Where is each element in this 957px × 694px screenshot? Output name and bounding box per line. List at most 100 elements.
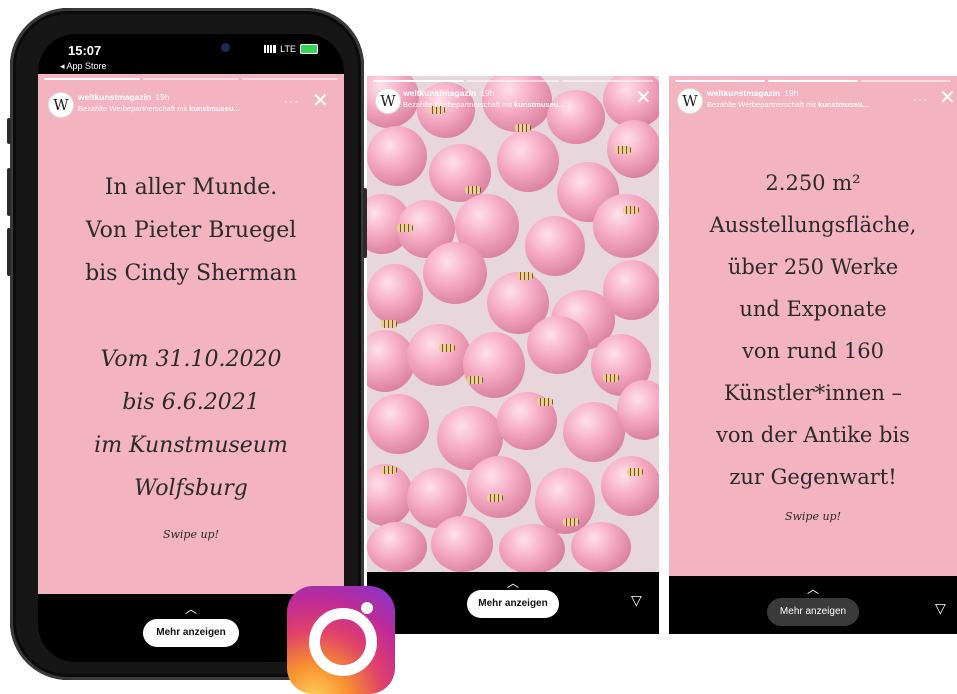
headline-line: In aller Munde. <box>104 175 278 200</box>
chevron-up-icon[interactable]: ︿ <box>807 580 819 597</box>
headline-line: Von Pieter Bruegel <box>85 218 297 243</box>
status-indicators: LTE <box>264 44 318 54</box>
progress-segment <box>467 80 559 82</box>
pink-ball <box>499 524 565 574</box>
story-panel-3[interactable]: W weltkunstmagazin 19h Bezahlte Werbepart… <box>669 76 957 634</box>
send-icon[interactable]: ▽ <box>631 592 642 609</box>
fact-line: zur Gegenwart! <box>729 465 897 489</box>
progress-segment <box>373 80 465 82</box>
pink-ball <box>547 90 605 144</box>
mehr-anzeigen-button[interactable]: Mehr anzeigen <box>467 590 559 618</box>
pink-ball <box>423 242 487 304</box>
status-time: 15:07 <box>68 43 102 58</box>
gold-teeth <box>623 206 639 214</box>
sponsor-partner: kunstmuseu... <box>189 104 240 113</box>
gold-teeth <box>517 272 533 280</box>
story-progress-bar <box>44 78 338 80</box>
username-text: weltkunstmagazin <box>403 88 477 98</box>
sponsor-partner: kunstmuseu... <box>514 100 565 109</box>
sponsor-partner: kunstmuseu... <box>818 100 869 109</box>
progress-segment <box>44 78 140 80</box>
gold-teeth <box>467 376 483 384</box>
pink-ball <box>603 260 659 320</box>
progress-segment <box>561 80 653 82</box>
pink-ball <box>367 522 427 572</box>
date-line: im Kunstmuseum <box>94 433 288 458</box>
close-icon[interactable]: ✕ <box>635 88 652 108</box>
sponsor-line[interactable]: Bezahlte Werbepartnerschaft mit kunstmus… <box>707 100 869 109</box>
phone-frame: 15:07 ◂ App Store LTE W weltkunstmagazin… <box>7 8 367 680</box>
progress-segment <box>242 78 338 80</box>
account-username[interactable]: weltkunstmagazin 19h <box>78 92 169 102</box>
sponsor-prefix: Bezahlte Werbepartnerschaft mit <box>403 100 515 109</box>
sponsor-prefix: Bezahlte Werbepartnerschaft mit <box>78 104 190 113</box>
pink-ball <box>527 316 589 374</box>
date-block: Vom 31.10.2020 bis 6.6.2021 im Kunstmuse… <box>38 338 344 510</box>
gold-teeth <box>537 398 553 406</box>
date-line: bis 6.6.2021 <box>122 390 260 415</box>
gold-teeth <box>515 124 531 132</box>
camera-icon <box>221 43 230 52</box>
chevron-up-icon[interactable]: ︿ <box>185 600 197 617</box>
pink-ball <box>593 194 659 258</box>
pink-ball <box>497 130 559 192</box>
gold-teeth <box>439 344 455 352</box>
more-options-icon[interactable]: ··· <box>913 92 928 106</box>
battery-icon <box>300 44 318 54</box>
progress-segment <box>675 80 765 82</box>
instagram-lens-icon <box>309 608 377 676</box>
mute-switch <box>7 118 11 144</box>
close-icon[interactable]: ✕ <box>312 91 329 111</box>
signal-icon <box>264 45 277 53</box>
pink-ball <box>407 324 471 386</box>
username-text: weltkunstmagazin <box>78 92 152 102</box>
pink-ball <box>467 456 531 518</box>
pink-ball <box>571 522 631 572</box>
chevron-up-icon[interactable]: ︿ <box>507 574 519 591</box>
account-avatar[interactable]: W <box>677 88 703 114</box>
pink-ball <box>367 394 429 454</box>
story-background <box>38 74 344 594</box>
pink-balls-photo <box>367 76 659 574</box>
story-panel-2[interactable]: W weltkunstmagazin 19h Bezahlte Werbepart… <box>367 76 659 634</box>
gold-teeth <box>615 146 631 154</box>
post-age: 19h <box>480 88 495 98</box>
gold-teeth <box>487 494 503 502</box>
account-username[interactable]: weltkunstmagazin 19h <box>707 88 798 98</box>
account-avatar[interactable]: W <box>375 88 401 114</box>
story-footer: ︿ Mehr anzeigen ▽ <box>367 572 659 634</box>
headline-line: bis Cindy Sherman <box>85 261 297 286</box>
more-options-icon[interactable]: ··· <box>284 94 299 108</box>
pink-ball <box>367 126 427 186</box>
gold-teeth <box>381 320 397 328</box>
story-progress-bar <box>675 80 951 82</box>
fact-line: von der Antike bis <box>716 423 910 447</box>
fact-line: Ausstellungsfläche, <box>709 213 917 237</box>
story-panel-1[interactable]: W weltkunstmagazin 19h Bezahlte Werbepart… <box>38 74 344 662</box>
send-icon[interactable]: ▽ <box>935 600 946 617</box>
swipe-up-text: Swipe up! <box>162 528 220 541</box>
story-progress-bar <box>373 80 653 82</box>
date-line: Vom 31.10.2020 <box>100 347 282 372</box>
fact-line: über 250 Werke <box>727 255 899 279</box>
sponsor-line[interactable]: Bezahlte Werbepartnerschaft mit kunstmus… <box>403 100 565 109</box>
gold-teeth <box>397 224 413 232</box>
volume-up-button <box>7 168 11 216</box>
headline: In aller Munde. Von Pieter Bruegel bis C… <box>38 166 344 295</box>
mehr-anzeigen-button[interactable]: Mehr anzeigen <box>767 598 859 626</box>
gold-teeth <box>465 186 481 194</box>
back-to-app-store-link[interactable]: ◂ App Store <box>60 61 107 72</box>
swipe-up-text: Swipe up! <box>784 510 842 523</box>
account-username[interactable]: weltkunstmagazin 19h <box>403 88 494 98</box>
instagram-flash-icon <box>361 602 373 614</box>
mehr-anzeigen-button[interactable]: Mehr anzeigen <box>143 619 239 647</box>
post-age: 19h <box>784 88 799 98</box>
pink-ball <box>601 456 659 516</box>
gold-teeth <box>563 518 579 526</box>
username-text: weltkunstmagazin <box>707 88 781 98</box>
story-footer: ︿ Mehr anzeigen ▽ <box>669 576 957 634</box>
close-icon[interactable]: ✕ <box>939 88 956 108</box>
fact-line: Künstler*innen – <box>723 381 903 405</box>
sponsor-line[interactable]: Bezahlte Werbepartnerschaft mit kunstmus… <box>78 104 240 113</box>
account-avatar[interactable]: W <box>48 92 74 118</box>
